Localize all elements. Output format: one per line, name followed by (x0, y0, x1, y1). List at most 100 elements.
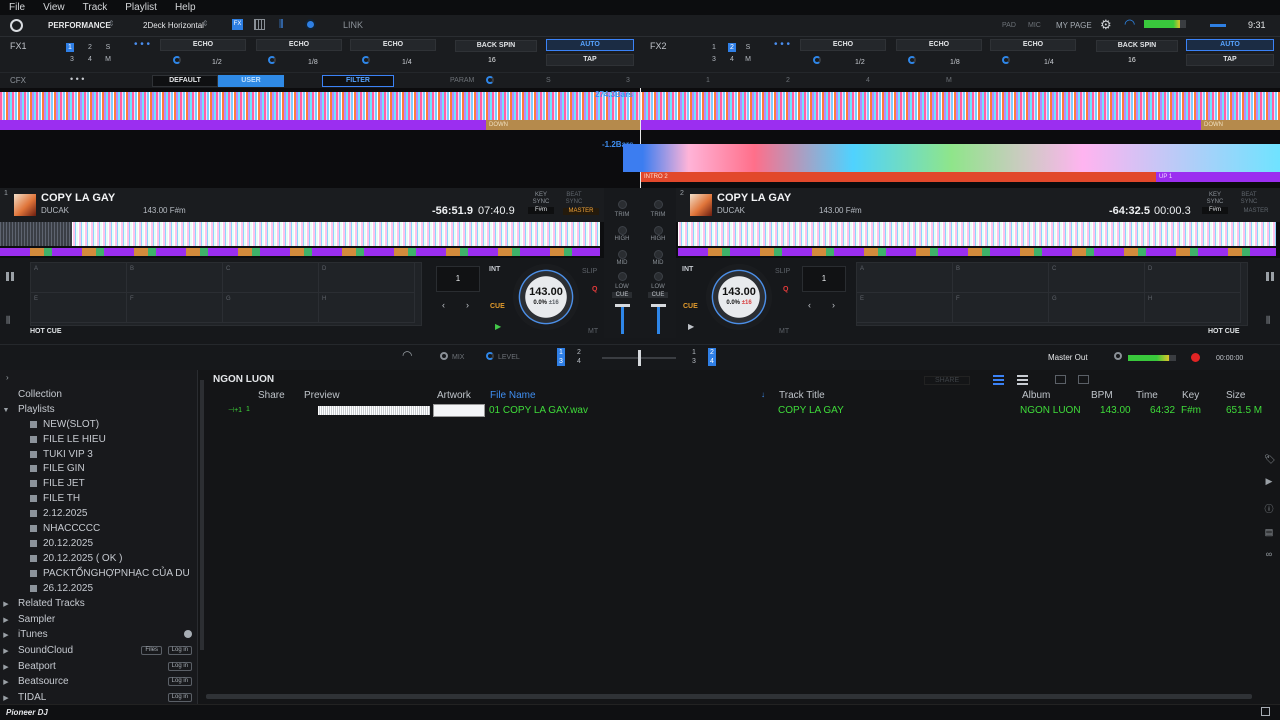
fx2-beat-2[interactable]: 1/8 (950, 59, 960, 66)
deck2-beat-sync-button[interactable]: BEAT SYNC (1238, 192, 1260, 206)
fx2-knob-3[interactable] (1002, 56, 1010, 64)
fullscreen-icon[interactable] (1261, 707, 1270, 716)
right-info-icon[interactable]: ⓘ (1264, 502, 1274, 514)
deck1-hotcue-h[interactable]: H (319, 293, 415, 323)
ch1-high-knob[interactable] (618, 226, 627, 235)
headphone-cue-icon[interactable]: ◠ (402, 348, 412, 362)
deck1-hotcue-c[interactable]: C (223, 263, 319, 293)
tidal-login-button[interactable]: Log in (167, 693, 192, 702)
deck1-hotcue-d[interactable]: D (319, 263, 415, 293)
deck1-cue-label[interactable]: CUE (490, 303, 505, 310)
sidebar-playlist-item[interactable]: TUKI VIP 3 (0, 447, 198, 462)
fx2-deck-s[interactable]: S (744, 43, 752, 52)
ch1-trim-knob[interactable] (618, 200, 627, 209)
deck2-hotcue-e[interactable]: E (857, 293, 953, 323)
share-button[interactable]: SHARE (924, 376, 971, 385)
beatport-login-button[interactable]: Log in (167, 662, 192, 671)
deck2-hotcue-h[interactable]: H (1145, 293, 1241, 323)
sidebar-playlist-item[interactable]: FILE TH (0, 491, 198, 506)
ch2-fader-cap[interactable] (651, 304, 666, 307)
sidebar-tidal[interactable]: ▶ TIDAL Log in (0, 690, 198, 705)
sidebar-playlist-item[interactable]: PACKTỔNGHỢPNHẠC CỦA DU (0, 566, 198, 581)
menu-file[interactable]: File (0, 2, 34, 13)
deck2-loop-halve-icon[interactable]: ‹ (808, 300, 811, 310)
ch1-mid-knob[interactable] (618, 250, 627, 259)
deck1-hot-cue-label[interactable]: HOT CUE (30, 328, 62, 335)
fx2-beat-3[interactable]: 1/4 (1044, 59, 1054, 66)
sidebar-playlist-item[interactable]: FILE LE HIEU (0, 432, 198, 447)
fx1-knob-2[interactable] (268, 56, 276, 64)
col-size[interactable]: Size (1226, 390, 1245, 401)
deck1-remain-time[interactable]: -56:51.9 (432, 205, 473, 217)
deck2-sliders-icon[interactable]: ⫼ (1266, 316, 1275, 325)
itunes-sync-icon[interactable] (184, 630, 192, 638)
deck2-q-icon[interactable]: Q (783, 286, 788, 293)
ch2-high-knob[interactable] (654, 226, 663, 235)
beatsource-expand-icon[interactable]: ▶ (0, 675, 12, 690)
sidebar-beatsource[interactable]: ▶ Beatsource Log in (0, 674, 198, 689)
ch2-mid-knob[interactable] (654, 250, 663, 259)
xfader-assign-3a[interactable]: 3 (557, 357, 565, 366)
soundcloud-files-button[interactable]: Files (141, 646, 162, 655)
ch1-fader-cap[interactable] (615, 304, 630, 307)
fx2-deck-2[interactable]: 2 (728, 43, 736, 52)
fx1-slot1-select[interactable]: ECHO (160, 39, 246, 51)
fx1-deck-m[interactable]: M (104, 55, 112, 64)
xfader-assign-1b[interactable]: 1 (690, 348, 698, 357)
itunes-expand-icon[interactable]: ▶ (0, 628, 12, 643)
deck2-key-sync-button[interactable]: KEY SYNC (1202, 192, 1228, 206)
sidebar-soundcloud[interactable]: ▶ SoundCloud Files Log in (0, 643, 198, 658)
record-button-icon[interactable] (1191, 353, 1200, 362)
horizontal-scrollbar[interactable] (206, 694, 1252, 699)
col-key[interactable]: Key (1182, 390, 1199, 401)
deck1-slip-label[interactable]: SLIP (582, 268, 597, 275)
related-expand-icon[interactable]: ▶ (0, 597, 12, 612)
sidebar-related-tracks[interactable]: ▶ Related Tracks (0, 596, 198, 611)
sidebar-playlist-item[interactable]: 2.12.2025 (0, 506, 198, 521)
sidebar-scrollbar[interactable] (200, 380, 204, 650)
master-level-knob[interactable] (1114, 352, 1122, 360)
headphone-icon[interactable]: ◠ (1124, 16, 1135, 32)
deck1-overview-waveform[interactable] (0, 222, 604, 258)
sidebar-beatport[interactable]: ▶ Beatport Log in (0, 659, 198, 674)
sidebar-playlist-item[interactable]: 20.12.2025 ( OK ) (0, 551, 198, 566)
ch2-trim-knob[interactable] (654, 200, 663, 209)
deck2-master-button[interactable]: MASTER (1238, 208, 1274, 215)
beatport-expand-icon[interactable]: ▶ (0, 660, 12, 675)
right-bag-icon[interactable]: ▤ (1264, 527, 1274, 537)
sidebar-itunes[interactable]: ▶ iTunes (0, 627, 198, 642)
fx2-deck-4[interactable]: 4 (728, 55, 736, 64)
sidebar-sampler[interactable]: ▶ Sampler (0, 612, 198, 627)
headphone-mix-knob[interactable] (440, 352, 448, 360)
fx2-slot1-select[interactable]: ECHO (800, 39, 886, 51)
deck1-hotcue-e[interactable]: E (31, 293, 127, 323)
sidebar-playlist-item[interactable]: 20.12.2025 (0, 536, 198, 551)
xfader-assign-3b[interactable]: 3 (690, 357, 698, 366)
soundcloud-expand-icon[interactable]: ▶ (0, 644, 12, 659)
fx1-spin-select[interactable]: BACK SPIN (455, 40, 537, 52)
fx2-slot3-select[interactable]: ECHO (990, 39, 1076, 51)
col-track-title[interactable]: Track Title (779, 390, 825, 401)
deck1-hotcue-b[interactable]: B (127, 263, 223, 293)
cfx-param-knob[interactable] (486, 76, 494, 84)
fx1-beat-1[interactable]: 1/2 (212, 59, 222, 66)
sidebar-playlist-item[interactable]: NEW(SLOT) (0, 417, 198, 432)
deck1-loop-box[interactable]: 1 (436, 266, 480, 292)
fx1-deck-2[interactable]: 2 (86, 43, 94, 52)
fx1-beat-2[interactable]: 1/8 (308, 59, 318, 66)
my-page-button[interactable]: MY PAGE (1056, 21, 1092, 30)
ch1-fader[interactable] (621, 304, 624, 334)
deck2-mt-label[interactable]: MT (779, 328, 789, 335)
xfader-assign-2a[interactable]: 2 (575, 348, 583, 357)
col-artwork[interactable]: Artwork (437, 390, 471, 401)
sidebar-playlists[interactable]: ▼ Playlists (0, 402, 198, 417)
deck2-loop-box[interactable]: 1 (802, 266, 846, 292)
xfader-assign-4b[interactable]: 4 (708, 357, 716, 366)
deck2-pad-mode-icon[interactable] (1266, 272, 1275, 281)
deck2-hotcue-g[interactable]: G (1049, 293, 1145, 323)
ch1-cue-button[interactable]: CUE (612, 292, 632, 298)
deck2-remain-time[interactable]: -64:32.5 (1109, 205, 1150, 217)
fx2-deck-1[interactable]: 1 (710, 43, 718, 52)
view-split-icon[interactable] (1055, 375, 1066, 384)
fx2-beat-1[interactable]: 1/2 (855, 59, 865, 66)
